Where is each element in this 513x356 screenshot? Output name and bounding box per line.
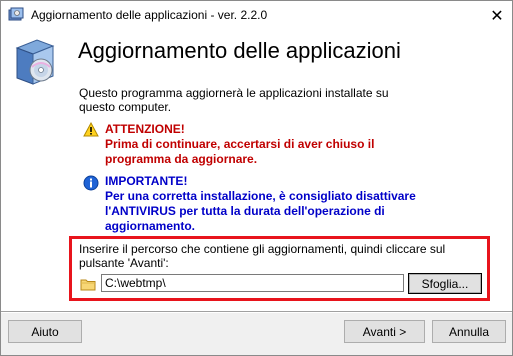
footer-bar: Aiuto Avanti > Annulla [1,313,512,355]
next-button[interactable]: Avanti > [344,320,425,343]
help-button[interactable]: Aiuto [8,320,82,343]
warning-body: Prima di continuare, accertarsi di aver … [105,137,375,166]
path-label: Inserire il percorso che contiene gli ag… [79,242,446,270]
app-icon [8,7,24,21]
info-message: IMPORTANTE! Per una corretta installazio… [105,174,450,234]
info-body: Per una corretta installazione, è consig… [105,189,416,233]
close-icon[interactable]: ✕ [482,1,512,30]
title-bar[interactable]: Aggiornamento delle applicazioni - ver. … [1,1,512,30]
path-input[interactable] [101,274,404,292]
browse-button[interactable]: Sfoglia... [408,273,482,294]
page-title: Aggiornamento delle applicazioni [78,38,401,63]
software-installer-icon [15,39,55,85]
window-title: Aggiornamento delle applicazioni - ver. … [31,8,268,22]
intro-text: Questo programma aggiornerà le applicazi… [79,86,389,114]
cancel-button[interactable]: Annulla [432,320,506,343]
info-title: IMPORTANTE! [105,174,188,188]
warning-title: ATTENZIONE! [105,122,185,136]
folder-icon [80,279,96,291]
warning-message: ATTENZIONE! Prima di continuare, accerta… [105,122,435,167]
installer-window: Aggiornamento delle applicazioni - ver. … [0,0,513,356]
warning-triangle-icon [83,122,99,137]
browse-button-label: Sfoglia... [421,276,469,291]
info-icon [83,175,99,191]
